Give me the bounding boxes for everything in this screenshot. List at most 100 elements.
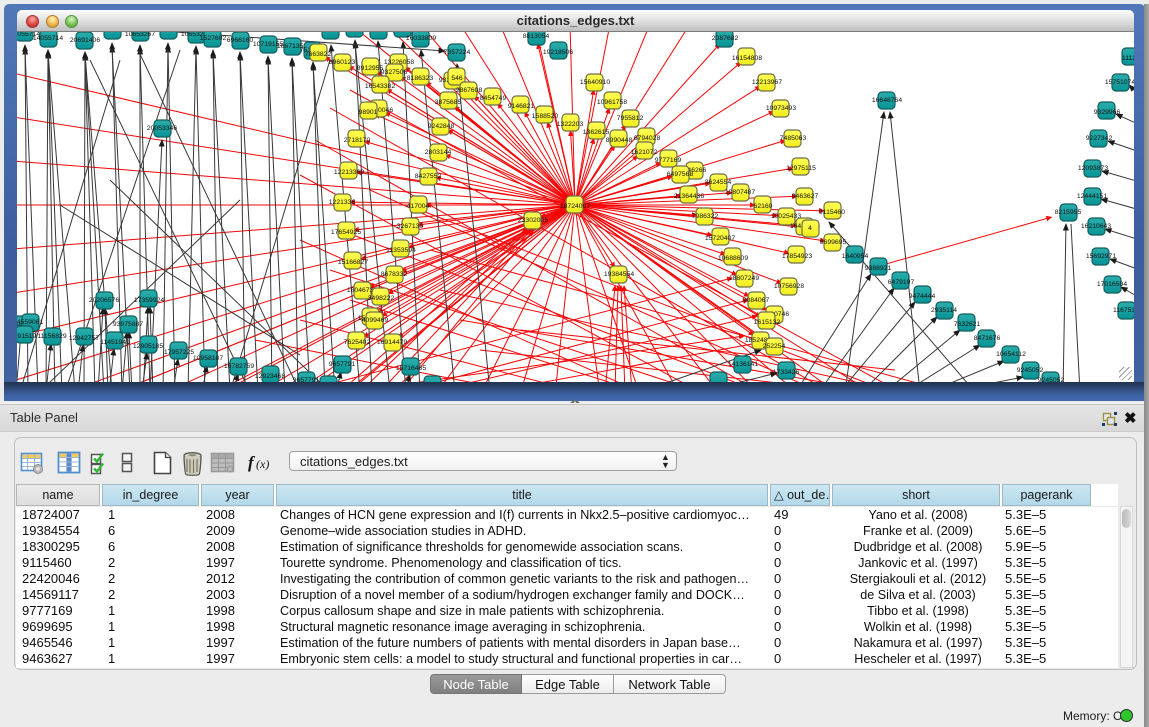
- svg-text:4: 4: [808, 225, 812, 232]
- svg-text:2718170: 2718170: [344, 137, 371, 144]
- svg-text:6966160: 6966160: [227, 37, 254, 44]
- svg-text:11451941: 11451941: [100, 339, 130, 346]
- svg-text:15640910: 15640910: [580, 79, 610, 86]
- svg-text:20206576: 20206576: [89, 297, 119, 304]
- svg-text:10958107: 10958107: [193, 355, 223, 362]
- svg-text:9777169: 9777169: [655, 157, 682, 164]
- svg-text:9146821: 9146821: [508, 103, 535, 110]
- svg-text:1615132: 1615132: [754, 319, 781, 326]
- svg-text:15692971: 15692971: [1086, 253, 1116, 260]
- svg-text:12975115: 12975115: [786, 165, 816, 172]
- svg-text:9329966: 9329966: [1094, 109, 1121, 116]
- svg-text:93975887: 93975887: [113, 321, 143, 328]
- svg-text:17654925: 17654925: [331, 229, 361, 236]
- svg-text:7955812: 7955812: [617, 115, 644, 122]
- svg-text:9657791: 9657791: [329, 361, 356, 368]
- svg-text:6479197: 6479197: [888, 279, 915, 286]
- svg-text:9474444: 9474444: [909, 293, 936, 300]
- svg-text:8186323: 8186323: [407, 75, 434, 82]
- svg-text:2867608: 2867608: [456, 87, 483, 94]
- svg-text:(x): (x): [256, 457, 269, 471]
- svg-text:9115460: 9115460: [819, 209, 845, 216]
- svg-text:16543382: 16543382: [365, 83, 395, 90]
- svg-text:12213967: 12213967: [752, 79, 782, 86]
- svg-text:9245052: 9245052: [1017, 367, 1044, 374]
- svg-text:10653267: 10653267: [125, 32, 155, 38]
- svg-text:1221336: 1221336: [329, 199, 356, 206]
- svg-text:12093873: 12093873: [1078, 165, 1108, 172]
- svg-text:1733426: 1733426: [773, 369, 800, 376]
- svg-text:16648764: 16648764: [872, 97, 902, 104]
- svg-text:9463627: 9463627: [792, 193, 819, 200]
- svg-text:9245052: 9245052: [1038, 377, 1065, 382]
- svg-text:8215955: 8215955: [1055, 209, 1082, 216]
- svg-text:8678332: 8678332: [381, 271, 408, 278]
- svg-text:391519: 391519: [17, 333, 37, 340]
- svg-text:7625402: 7625402: [344, 339, 371, 346]
- svg-text:18724007: 18724007: [560, 203, 590, 210]
- svg-text:7663822: 7663822: [305, 51, 332, 58]
- svg-text:15751074: 15751074: [1105, 79, 1134, 86]
- svg-text:7485063: 7485063: [780, 135, 807, 142]
- svg-text:98901: 98901: [359, 109, 378, 116]
- svg-text:8471676: 8471676: [974, 335, 1001, 342]
- svg-text:1362615: 1362615: [583, 129, 610, 136]
- svg-text:2803144: 2803144: [425, 149, 452, 156]
- svg-text:23302035: 23302035: [518, 217, 548, 224]
- svg-text:252254: 252254: [763, 343, 786, 350]
- svg-text:6497568: 6497568: [667, 171, 694, 178]
- svg-text:16210643: 16210643: [1081, 223, 1111, 230]
- svg-text:10973493: 10973493: [766, 105, 796, 112]
- svg-text:8912955: 8912955: [357, 65, 384, 72]
- svg-text:8813054: 8813054: [523, 33, 550, 40]
- svg-text:8427552: 8427552: [415, 173, 442, 180]
- svg-text:f: f: [248, 453, 256, 472]
- svg-text:11156829: 11156829: [37, 333, 66, 340]
- svg-text:20053346: 20053346: [147, 125, 177, 132]
- svg-text:12905185: 12905185: [133, 343, 163, 350]
- svg-text:19218506: 19218506: [543, 49, 573, 56]
- svg-text:2087682: 2087682: [712, 35, 739, 42]
- svg-text:6794028: 6794028: [634, 135, 661, 142]
- svg-text:16154808: 16154808: [732, 55, 762, 62]
- svg-text:8454749: 8454749: [480, 95, 507, 102]
- svg-text:7632621: 7632621: [954, 321, 981, 328]
- svg-text:15166827: 15166827: [338, 259, 368, 266]
- svg-text:1621072: 1621072: [631, 149, 658, 156]
- svg-text:9084067: 9084067: [743, 297, 770, 304]
- svg-text:1167533: 1167533: [1113, 307, 1134, 314]
- svg-text:9657791: 9657791: [293, 377, 320, 382]
- svg-text:2935114: 2935114: [931, 307, 957, 314]
- svg-text:14055714: 14055714: [33, 35, 63, 42]
- svg-text:12923468: 12923468: [255, 373, 285, 380]
- svg-text:11121: 11121: [1122, 55, 1134, 62]
- svg-text:10654112: 10654112: [996, 351, 1026, 358]
- svg-text:12213369: 12213369: [334, 169, 364, 176]
- svg-text:1322203: 1322203: [557, 121, 584, 128]
- svg-text:9227342: 9227342: [1086, 135, 1113, 142]
- svg-text:7986322: 7986322: [692, 213, 719, 220]
- svg-text:8990448: 8990448: [606, 137, 633, 144]
- svg-text:7357224: 7357224: [444, 49, 471, 56]
- svg-text:20691406: 20691406: [70, 37, 100, 44]
- svg-text:14136141: 14136141: [728, 361, 758, 368]
- svg-text:16033809: 16033809: [406, 35, 436, 42]
- svg-text:9388921: 9388921: [865, 265, 892, 272]
- svg-text:17016504: 17016504: [1097, 281, 1127, 288]
- svg-text:4559061: 4559061: [17, 319, 43, 326]
- svg-text:417004: 417004: [407, 203, 430, 210]
- svg-text:1588520: 1588520: [532, 113, 559, 120]
- svg-text:10807487: 10807487: [725, 189, 755, 196]
- svg-text:9242848: 9242848: [428, 123, 455, 130]
- svg-text:11353594: 11353594: [386, 247, 416, 254]
- svg-text:62160: 62160: [754, 203, 773, 210]
- svg-text:17854923: 17854923: [782, 253, 812, 260]
- svg-text:12942757: 12942757: [69, 335, 99, 342]
- svg-text:9699695: 9699695: [820, 239, 847, 246]
- svg-text:15716485: 15716485: [396, 365, 426, 372]
- svg-text:21364436: 21364436: [674, 193, 704, 200]
- svg-text:10961758: 10961758: [597, 99, 627, 106]
- svg-text:19384554: 19384554: [604, 271, 634, 278]
- svg-text:8960123: 8960123: [329, 59, 356, 66]
- svg-text:546: 546: [451, 75, 463, 82]
